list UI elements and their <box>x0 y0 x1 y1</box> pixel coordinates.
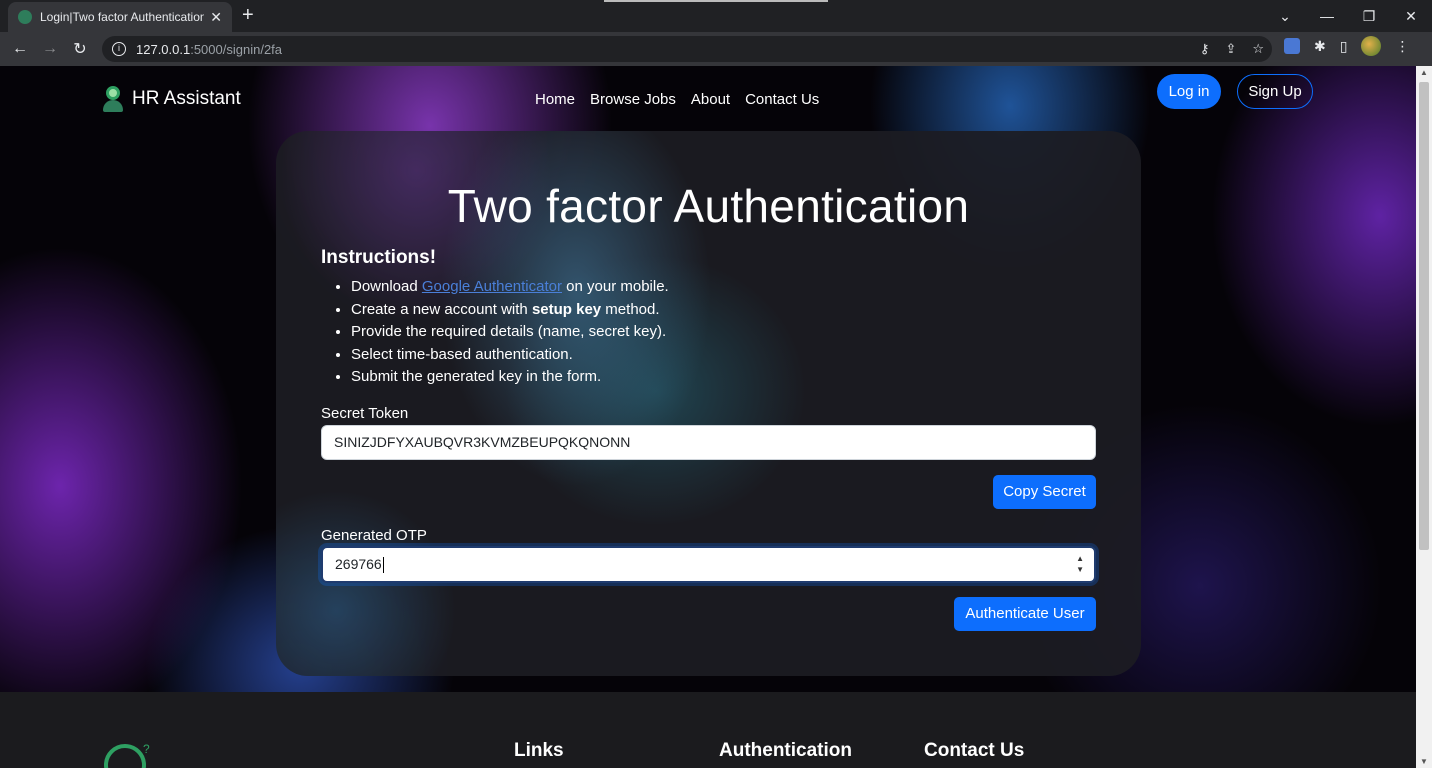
hero-background: HR Assistant Home Browse Jobs About Cont… <box>0 66 1416 692</box>
footer-heading-authentication: Authentication <box>719 740 852 761</box>
nav-links: Home Browse Jobs About Contact Us <box>535 91 819 108</box>
reload-icon[interactable]: ↻ <box>65 39 95 59</box>
google-authenticator-link[interactable]: Google Authenticator <box>422 278 562 295</box>
window-drag-indicator <box>604 0 828 2</box>
page-viewport: HR Assistant Home Browse Jobs About Cont… <box>0 66 1416 768</box>
scroll-up-icon[interactable]: ▲ <box>1420 68 1428 77</box>
favicon-icon <box>18 10 32 24</box>
twofa-card: Two factor Authentication Instructions! … <box>276 131 1141 676</box>
authenticate-user-button[interactable]: Authenticate User <box>954 597 1096 631</box>
otp-label: Generated OTP <box>321 527 427 544</box>
instructions-list: Download Google Authenticator on your mo… <box>351 276 669 389</box>
back-icon[interactable]: ← <box>5 40 35 58</box>
site-info-icon[interactable]: i <box>112 42 126 56</box>
profile-avatar[interactable] <box>1361 36 1382 56</box>
browser-tab[interactable]: Login|Two factor Authentication ✕ <box>8 2 232 32</box>
minimize-icon[interactable]: — <box>1306 8 1348 24</box>
page-scrollbar[interactable]: ▲ ▼ <box>1416 66 1432 768</box>
browser-tab-bar: Login|Two factor Authentication ✕ + ⌄ — … <box>0 0 1432 32</box>
side-panel-icon[interactable]: ▯ <box>1340 38 1348 55</box>
new-tab-icon[interactable]: + <box>242 4 254 27</box>
brand[interactable]: HR Assistant <box>102 86 241 112</box>
scroll-thumb[interactable] <box>1419 82 1429 550</box>
browser-toolbar: ← → ↻ i 127.0.0.1:5000/signin/2fa ⚷ ⇪ ☆ <box>0 32 1432 66</box>
restore-icon[interactable]: ❐ <box>1348 8 1390 25</box>
secret-token-input[interactable]: SINIZJDFYXAUBQVR3KVMZBEUPQKQNONN <box>321 425 1096 460</box>
footer-heading-links: Links <box>514 740 564 761</box>
footer-heading-contact: Contact Us <box>924 740 1025 761</box>
page-title: Two factor Authentication <box>447 180 970 232</box>
brand-name: HR Assistant <box>132 88 241 109</box>
instruction-item: Submit the generated key in the form. <box>351 366 669 389</box>
key-icon[interactable]: ⚷ <box>1200 41 1210 57</box>
instruction-item: Download Google Authenticator on your mo… <box>351 276 669 299</box>
instruction-item: Select time-based authentication. <box>351 344 669 367</box>
nav-link-browse-jobs[interactable]: Browse Jobs <box>590 91 676 108</box>
puzzle-extensions-icon[interactable]: ✱ <box>1314 38 1326 55</box>
forward-icon[interactable]: → <box>35 40 65 58</box>
copy-secret-button[interactable]: Copy Secret <box>993 475 1096 509</box>
brand-logo-icon <box>102 86 124 112</box>
address-bar[interactable]: i 127.0.0.1:5000/signin/2fa ⚷ ⇪ ☆ <box>102 36 1272 62</box>
extension-icons: ✱ ▯ ⋮ <box>1284 36 1409 56</box>
otp-value: 269766 <box>335 556 382 572</box>
close-tab-icon[interactable]: ✕ <box>210 9 222 26</box>
signup-button[interactable]: Sign Up <box>1237 74 1313 109</box>
instruction-item: Provide the required details (name, secr… <box>351 321 669 344</box>
scroll-down-icon[interactable]: ▼ <box>1420 757 1428 766</box>
url-host: 127.0.0.1 <box>136 41 191 57</box>
site-navbar: HR Assistant Home Browse Jobs About Cont… <box>0 66 1416 128</box>
bookmark-star-icon[interactable]: ☆ <box>1252 41 1264 57</box>
site-footer: ? Links Authentication Contact Us <box>0 692 1416 768</box>
text-caret <box>382 557 384 574</box>
footer-logo-icon <box>104 744 146 768</box>
instructions-heading: Instructions! <box>321 247 437 268</box>
tab-title: Login|Two factor Authentication <box>40 10 205 24</box>
share-icon[interactable]: ⇪ <box>1225 41 1236 57</box>
close-window-icon[interactable]: ✕ <box>1390 8 1432 25</box>
secret-token-label: Secret Token <box>321 405 409 422</box>
window-controls: ⌄ — ❐ ✕ <box>1264 0 1432 32</box>
number-spinner-icon[interactable]: ▲ ▼ <box>1076 553 1084 575</box>
nav-link-about[interactable]: About <box>691 91 730 108</box>
otp-input[interactable]: 269766 ▲ ▼ <box>321 546 1096 583</box>
nav-link-contact[interactable]: Contact Us <box>745 91 819 108</box>
footer-logo-question-icon: ? <box>143 742 150 756</box>
login-button[interactable]: Log in <box>1157 74 1221 109</box>
menu-kebab-icon[interactable]: ⋮ <box>1395 38 1409 55</box>
url-path: :5000/signin/2fa <box>190 41 283 57</box>
instruction-item: Create a new account with setup key meth… <box>351 299 669 322</box>
tab-search-icon[interactable]: ⌄ <box>1264 8 1306 25</box>
nav-link-home[interactable]: Home <box>535 91 575 108</box>
translate-extension-icon[interactable] <box>1284 38 1300 54</box>
